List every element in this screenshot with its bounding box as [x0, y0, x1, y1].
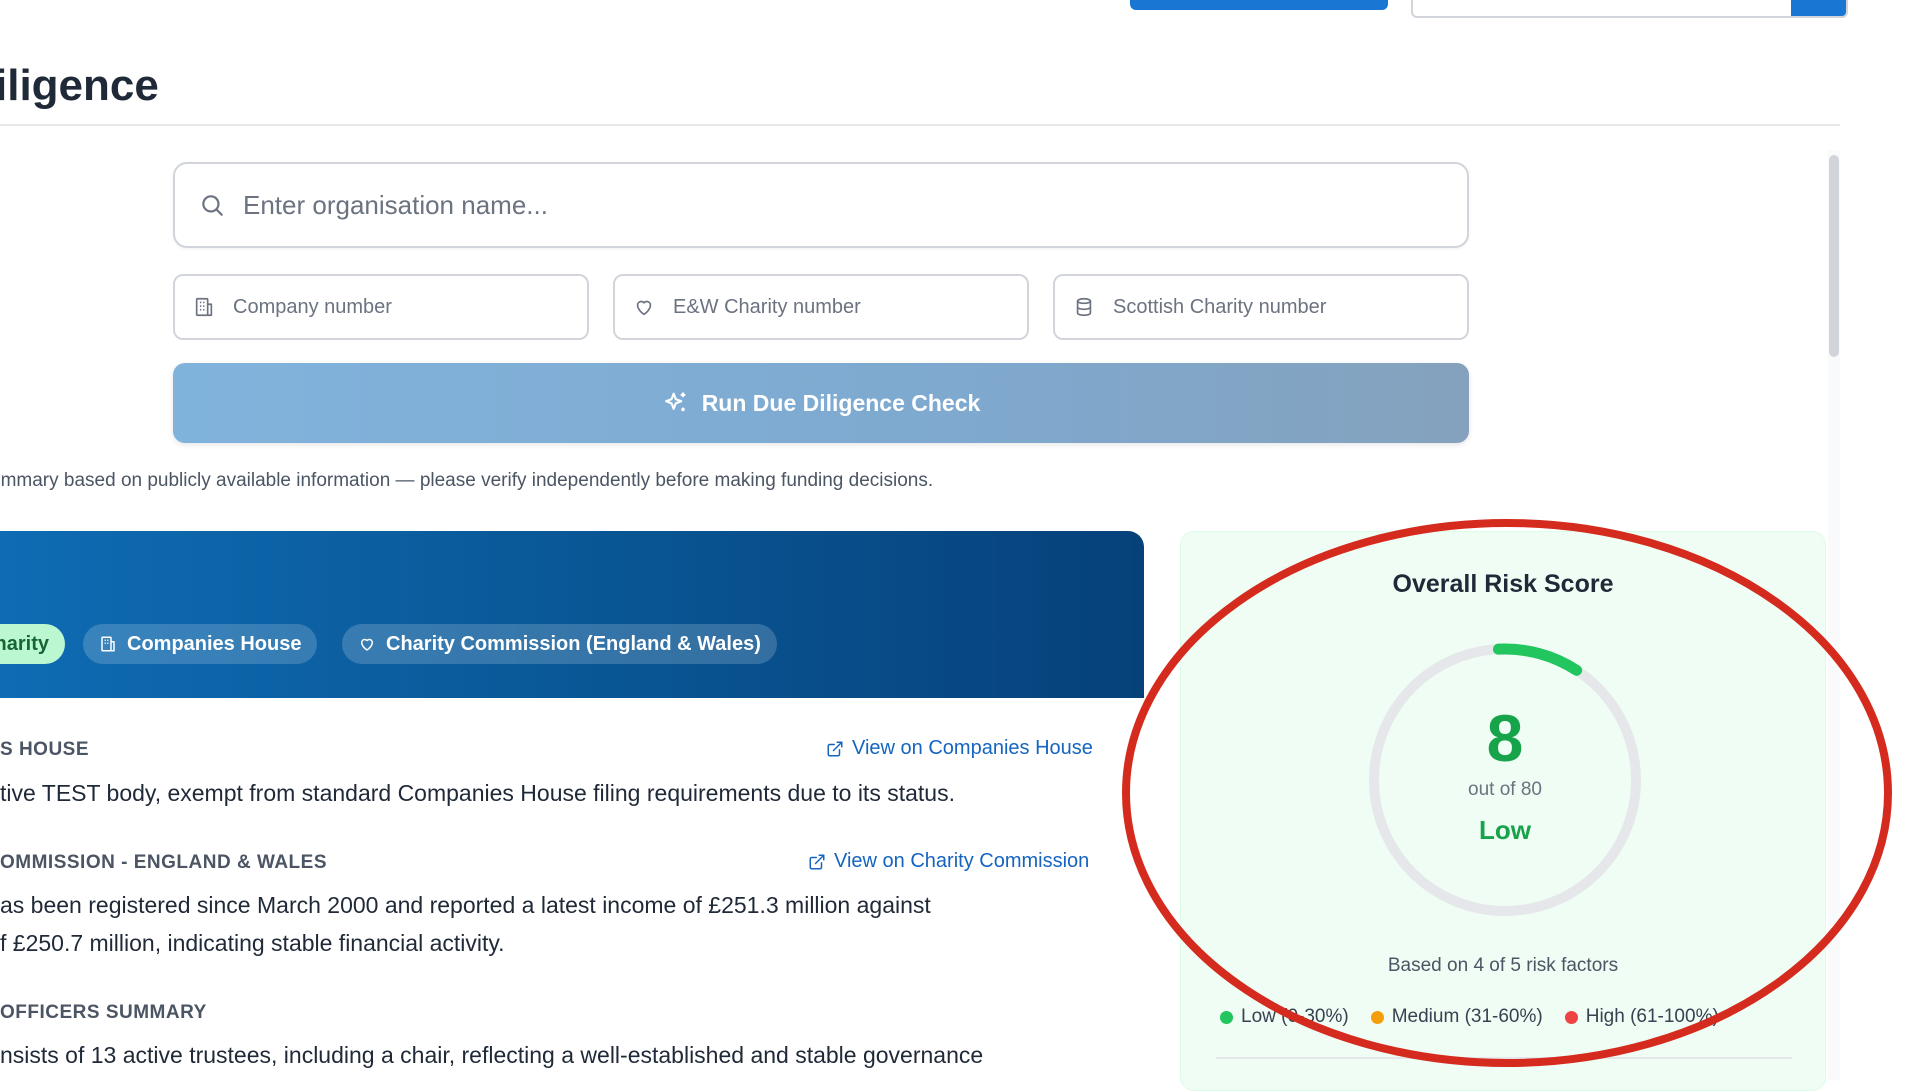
scottish-charity-number-field[interactable]: Scottish Charity number: [1053, 274, 1469, 340]
company-number-field[interactable]: Company number: [173, 274, 589, 340]
legend-medium-dot: [1370, 1010, 1384, 1024]
officers-summary-heading: OFFICERS SUMMARY: [0, 1002, 207, 1023]
page-title: iligence: [0, 61, 159, 110]
charity-type-badge: harity: [0, 624, 65, 664]
risk-score-value: 8: [1486, 701, 1524, 775]
building-icon: [191, 294, 217, 320]
risk-gauge-progress: [1492, 643, 1583, 676]
header-search-button[interactable]: [1791, 0, 1846, 16]
run-due-diligence-label: Run Due Diligence Check: [701, 389, 981, 416]
legend-high-dot: [1564, 1010, 1578, 1024]
legend-medium-label: Medium (31-60%): [1391, 1006, 1543, 1027]
risk-level-label: Low: [1479, 815, 1531, 845]
companies-house-heading: S HOUSE: [0, 739, 90, 760]
title-divider: [0, 124, 1840, 126]
charity-commission-summary-line-1: as been registered since March 2000 and …: [0, 892, 931, 918]
legend-low-dot: [1220, 1010, 1233, 1024]
charity-commission-summary-line-2: f £250.7 million, indicating stable fina…: [0, 930, 505, 956]
companies-house-summary: tive TEST body, exempt from standard Com…: [0, 780, 955, 806]
company-number-placeholder: Company number: [233, 295, 392, 318]
ew-charity-number-placeholder: E&W Charity number: [673, 295, 861, 318]
heart-icon: [631, 294, 657, 320]
organisation-search-input[interactable]: Enter organisation name...: [173, 162, 1469, 248]
officers-summary-text: nsists of 13 active trustees, including …: [0, 1042, 984, 1068]
sparkles-icon: [662, 389, 690, 417]
heart-icon: [358, 635, 376, 653]
legend-high-label: High (61-100%): [1585, 1006, 1719, 1027]
risk-factors-count: Based on 4 of 5 risk factors: [1387, 955, 1619, 976]
search-icon: [197, 190, 227, 220]
view-charity-commission-link[interactable]: View on Charity Commission: [808, 850, 1089, 873]
risk-score-title: Overall Risk Score: [1392, 570, 1614, 598]
risk-card-divider: [1216, 1057, 1792, 1059]
scrollbar-thumb[interactable]: [1829, 155, 1839, 357]
legend-high: High (61-100%): [1564, 1006, 1719, 1028]
legend-medium: Medium (31-60%): [1370, 1006, 1543, 1028]
risk-score-max: out of 80: [1468, 779, 1542, 800]
database-icon: [1071, 294, 1097, 320]
scottish-charity-number-placeholder: Scottish Charity number: [1113, 295, 1327, 318]
view-companies-house-link[interactable]: View on Companies House: [826, 737, 1093, 760]
ew-charity-number-field[interactable]: E&W Charity number: [613, 274, 1029, 340]
header-action-button[interactable]: [1130, 0, 1388, 10]
view-companies-house-label: View on Companies House: [852, 737, 1093, 759]
companies-house-badge: Companies House: [83, 624, 318, 664]
organisation-search-placeholder: Enter organisation name...: [243, 189, 548, 220]
organisation-header-banner: [0, 531, 1144, 698]
risk-legend: Low (0-30%) Medium (31-60%) High (61-100…: [1220, 1006, 1741, 1028]
charity-commission-badge: Charity Commission (England & Wales): [342, 624, 777, 664]
disclaimer-text: ummary based on publicly available infor…: [0, 470, 934, 491]
view-charity-commission-label: View on Charity Commission: [834, 850, 1090, 872]
external-link-icon: [808, 853, 826, 871]
legend-low-label: Low (0-30%): [1241, 1006, 1349, 1027]
companies-house-badge-label: Companies House: [127, 632, 302, 655]
run-due-diligence-button[interactable]: Run Due Diligence Check: [173, 363, 1469, 443]
building-icon: [99, 635, 117, 653]
charity-commission-badge-label: Charity Commission (England & Wales): [386, 632, 761, 655]
legend-low: Low (0-30%): [1220, 1006, 1349, 1028]
header-search-input[interactable]: [1411, 0, 1848, 18]
charity-commission-heading: OMMISSION - ENGLAND & WALES: [0, 852, 327, 873]
external-link-icon: [826, 740, 844, 758]
charity-type-label: harity: [0, 632, 49, 655]
